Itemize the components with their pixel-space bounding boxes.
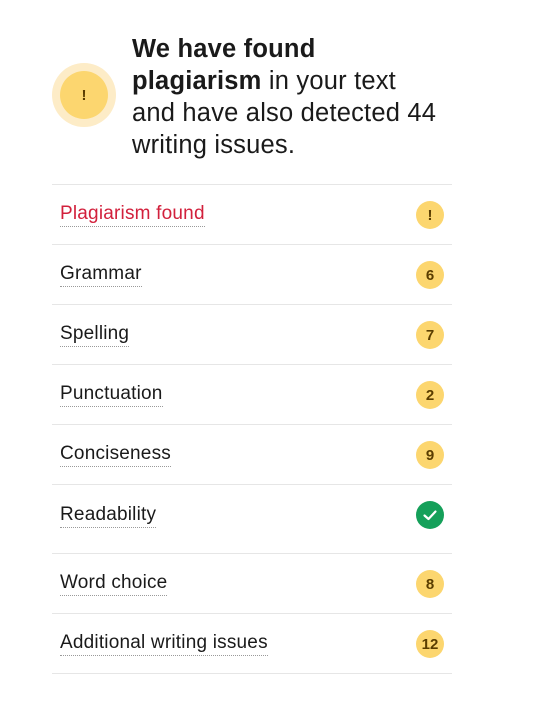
spelling-count-badge: 7 [416,321,444,349]
alert-icon: ! [52,63,116,127]
additional-count-badge: 12 [416,630,444,658]
check-icon [416,501,444,529]
issue-label-conciseness[interactable]: Conciseness [60,443,171,467]
issue-label-grammar[interactable]: Grammar [60,263,142,287]
issue-row-plagiarism[interactable]: Plagiarism found ! [52,185,452,245]
summary-headline: We have found plagiarism in your text an… [132,33,442,161]
issue-label-plagiarism[interactable]: Plagiarism found [60,203,205,227]
plagiarism-alert-badge: ! [416,201,444,229]
headline-bold-2: plagiarism [132,67,262,95]
conciseness-count-badge: 9 [416,441,444,469]
issue-row-punctuation[interactable]: Punctuation 2 [52,365,452,425]
issue-row-readability[interactable]: Readability [52,485,452,554]
issue-row-word-choice[interactable]: Word choice 8 [52,554,452,614]
alert-symbol: ! [60,71,108,119]
punctuation-count-badge: 2 [416,381,444,409]
issue-row-grammar[interactable]: Grammar 6 [52,245,452,305]
issues-list: Plagiarism found ! Grammar 6 Spelling 7 … [52,184,452,674]
grammar-count-badge: 6 [416,261,444,289]
issue-label-word-choice[interactable]: Word choice [60,572,168,596]
issue-row-spelling[interactable]: Spelling 7 [52,305,452,365]
headline-bold-1: We have found [132,35,316,63]
issue-label-readability[interactable]: Readability [60,504,157,528]
issue-label-spelling[interactable]: Spelling [60,323,130,347]
word-choice-count-badge: 8 [416,570,444,598]
issue-label-punctuation[interactable]: Punctuation [60,383,163,407]
issue-row-additional[interactable]: Additional writing issues 12 [52,614,452,674]
issue-label-additional[interactable]: Additional writing issues [60,632,268,656]
plagiarism-summary: ! We have found plagiarism in your text … [52,33,452,163]
issue-row-conciseness[interactable]: Conciseness 9 [52,425,452,485]
